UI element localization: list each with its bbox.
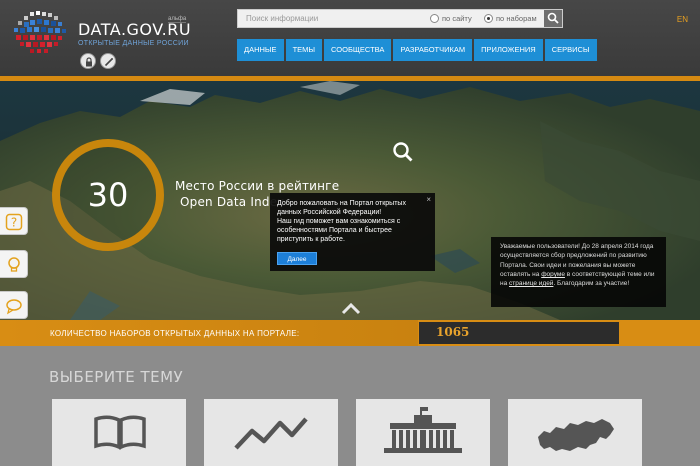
- magic-wand-icon: [104, 58, 113, 67]
- notice-text: . Благодарим за участие!: [553, 280, 630, 288]
- hero-banner: 30 Место России в рейтинге Open Data Ind…: [0, 81, 700, 320]
- topics-title: ВЫБЕРИТЕ ТЕМУ: [49, 368, 184, 386]
- search-button[interactable]: [544, 10, 562, 27]
- nav-topics[interactable]: ТЕМЫ: [285, 39, 323, 61]
- lock-icon: [86, 57, 92, 67]
- search-bar: по сайту по наборам: [237, 9, 563, 28]
- welcome-popup: × Добро пожаловать на Портал открытых да…: [270, 193, 435, 271]
- nav-data[interactable]: ДАННЫЕ: [237, 39, 284, 61]
- idea-button[interactable]: [0, 250, 28, 278]
- nav-developers[interactable]: РАЗРАБОТЧИКАМ: [393, 39, 473, 61]
- topic-tile-government[interactable]: [356, 399, 490, 466]
- search-scope-sets-radio[interactable]: [484, 14, 493, 23]
- nav-apps[interactable]: ПРИЛОЖЕНИЯ: [474, 39, 543, 61]
- rank-subtitle[interactable]: Open Data Index: [180, 195, 284, 209]
- rank-number: 30: [87, 176, 129, 214]
- chevron-up-icon[interactable]: [341, 303, 361, 315]
- close-icon[interactable]: ×: [426, 195, 431, 204]
- login-button[interactable]: [80, 53, 96, 69]
- rank-title: Место России в рейтинге: [175, 179, 340, 193]
- notice-box: Уважаемые пользователи! До 28 апреля 201…: [491, 237, 666, 307]
- next-button[interactable]: Далее: [277, 252, 317, 265]
- logo-mosaic-icon[interactable]: [10, 10, 74, 54]
- search-scope-sets-label: по наборам: [496, 14, 537, 23]
- government-building-icon: [384, 407, 462, 453]
- search-input[interactable]: [238, 10, 426, 27]
- site-header: DATA.GOV.RU альфа ОТКРЫТЫЕ ДАННЫЕ РОССИИ…: [0, 0, 700, 76]
- search-icon: [547, 12, 559, 24]
- forum-link[interactable]: форуме: [541, 271, 565, 278]
- wizard-button[interactable]: [100, 53, 116, 69]
- nav-communities[interactable]: СООБЩЕСТВА: [324, 39, 392, 61]
- nav-services[interactable]: СЕРВИСЫ: [544, 39, 597, 61]
- search-scope-site-label: по сайту: [442, 14, 472, 23]
- main-nav: ДАННЫЕ ТЕМЫ СООБЩЕСТВА РАЗРАБОТЧИКАМ ПРИ…: [237, 39, 599, 61]
- topic-tile-regions[interactable]: [508, 399, 642, 466]
- datasets-count-label: КОЛИЧЕСТВО НАБОРОВ ОТКРЫТЫХ ДАННЫХ НА ПО…: [50, 329, 300, 338]
- chat-bubble-icon: [6, 299, 22, 315]
- line-chart-icon: [234, 417, 308, 450]
- language-switch-link[interactable]: EN: [677, 15, 688, 24]
- topic-tile-education[interactable]: [52, 399, 186, 466]
- topic-tile-economy[interactable]: [204, 399, 338, 466]
- svg-text:?: ?: [11, 216, 17, 230]
- beta-badge: альфа: [168, 16, 187, 23]
- magnifier-icon[interactable]: [392, 141, 414, 163]
- russia-map-icon: [538, 419, 614, 451]
- topics-section: ВЫБЕРИТЕ ТЕМУ: [0, 346, 700, 466]
- question-icon: ?: [5, 213, 23, 231]
- welcome-text: Добро пожаловать на Портал открытых данн…: [277, 200, 406, 243]
- site-tagline: ОТКРЫТЫЕ ДАННЫЕ РОССИИ: [78, 40, 189, 47]
- search-scope-site-radio[interactable]: [430, 14, 439, 23]
- help-button[interactable]: ?: [0, 207, 28, 235]
- datasets-count-value[interactable]: 1065: [436, 325, 469, 339]
- lightbulb-icon: [8, 257, 20, 272]
- ideas-page-link[interactable]: странице идей: [509, 280, 553, 287]
- feedback-button[interactable]: [0, 291, 28, 319]
- book-icon: [94, 415, 146, 450]
